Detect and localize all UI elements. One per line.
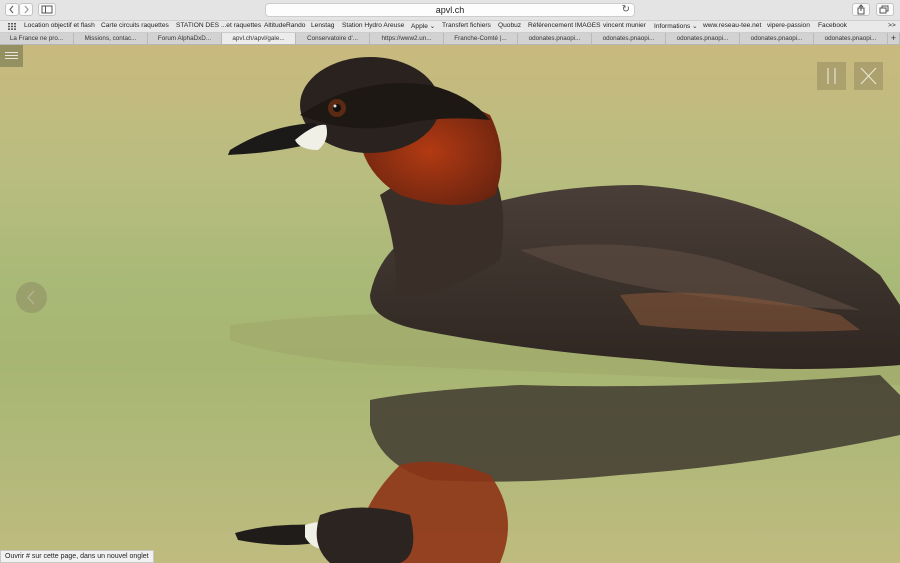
grid-icon[interactable] (8, 23, 16, 30)
bookmark-item[interactable]: Transfert fichiers (442, 22, 491, 29)
browser-tab[interactable]: La France ne pro... (0, 33, 74, 44)
back-button[interactable] (5, 3, 19, 16)
browser-tab[interactable]: odonates.pnaopi... (518, 33, 592, 44)
bookmark-item[interactable]: vipere-passion (767, 22, 810, 29)
previous-image-button[interactable] (16, 282, 47, 313)
bookmark-item[interactable]: Location objectif et flash (24, 22, 95, 29)
bookmark-item[interactable]: Facebook (818, 22, 847, 29)
chevron-right-icon (24, 5, 29, 14)
address-bar[interactable]: apvl.ch ↻ (265, 3, 635, 17)
gallery-viewer (0, 45, 900, 563)
bookmark-item[interactable]: Carte circuits raquettes (101, 22, 169, 29)
sidebar-icon (41, 5, 53, 14)
pause-icon (827, 68, 836, 84)
browser-tab[interactable]: odonates.pnaopi... (740, 33, 814, 44)
bookmark-item[interactable]: Station Hydro Areuse (342, 22, 404, 29)
address-text: apvl.ch (435, 5, 465, 15)
bookmark-item[interactable]: STATION DES ...et raquettes (176, 22, 261, 29)
bookmarks-overflow-button[interactable]: >> (888, 22, 896, 29)
browser-tab[interactable]: odonates.pnaopi... (814, 33, 888, 44)
chevron-left-icon (27, 290, 35, 305)
browser-tab[interactable]: odonates.pnaopi... (592, 33, 666, 44)
bookmark-item[interactable]: www.reseau-tee.net (703, 22, 761, 29)
bookmark-item[interactable]: vincent munier (603, 22, 646, 29)
browser-tab-active[interactable]: apvl.ch/apvl/gale... (222, 33, 296, 44)
bookmark-item[interactable]: AltitudeRando (264, 22, 305, 29)
browser-toolbar: apvl.ch ↻ (0, 0, 900, 21)
browser-tab[interactable]: Forum AlphaDxD... (148, 33, 222, 44)
reload-icon[interactable]: ↻ (622, 4, 630, 15)
sidebar-toggle-button[interactable] (38, 3, 56, 16)
gallery-menu-button[interactable] (0, 45, 23, 67)
close-icon (860, 67, 877, 85)
browser-tab[interactable]: odonates.pnaopi... (666, 33, 740, 44)
tab-bar: La France ne pro... Missions, contac... … (0, 33, 900, 45)
bookmarks-bar: Location objectif et flash Carte circuit… (0, 21, 900, 33)
tabs-overview-icon (879, 5, 889, 14)
browser-tab[interactable]: https://www2.un... (370, 33, 444, 44)
tabs-overview-button[interactable] (876, 3, 894, 16)
hamburger-menu-icon (5, 52, 18, 53)
little-grebe-photo (228, 57, 900, 563)
browser-tab[interactable]: Conservatoire d'... (296, 33, 370, 44)
bookmark-item[interactable]: Référencement IMAGES (528, 22, 601, 29)
bookmark-item[interactable]: Apple ⌄ (411, 22, 435, 30)
browser-tab[interactable]: Franche-Comté |... (444, 33, 518, 44)
forward-button[interactable] (19, 3, 33, 16)
status-bar: Ouvrir # sur cette page, dans un nouvel … (0, 550, 154, 563)
bookmark-item[interactable]: Quobuz (498, 22, 521, 29)
hamburger-line (5, 58, 18, 59)
new-tab-button[interactable]: + (888, 33, 900, 44)
bookmark-item[interactable]: Informations ⌄ (654, 22, 698, 30)
bookmark-item[interactable]: Lenstag (311, 22, 334, 29)
browser-tab[interactable]: Missions, contac... (74, 33, 148, 44)
pause-button[interactable] (817, 62, 846, 90)
chevron-left-icon (9, 5, 14, 14)
share-icon (857, 4, 865, 15)
share-button[interactable] (852, 3, 870, 16)
hamburger-line (5, 55, 18, 56)
close-button[interactable] (854, 62, 883, 90)
